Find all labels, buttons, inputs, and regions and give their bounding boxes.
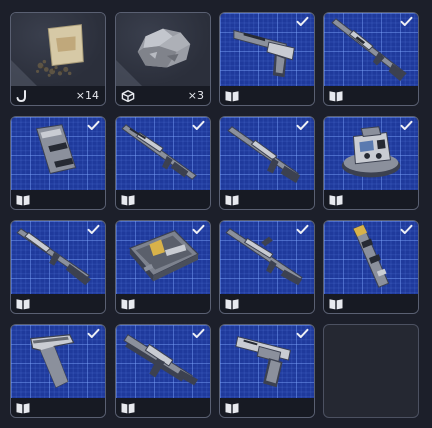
open-book-icon: [329, 90, 343, 102]
open-book-icon: [121, 298, 135, 310]
empty-inventory-slot[interactable]: [323, 324, 419, 418]
sand-bag-image: [11, 13, 105, 86]
inventory-slot-turret-device[interactable]: [323, 116, 419, 210]
inventory-slot-heavy-pistol[interactable]: [219, 12, 315, 106]
slot-footer: [11, 398, 105, 417]
checkmark-icon: [192, 120, 205, 131]
inventory-slot-ore-chunk[interactable]: ×3: [115, 12, 211, 106]
checkmark-icon: [296, 224, 309, 235]
inventory-slot-rifle-stock[interactable]: [10, 324, 106, 418]
slot-footer: [324, 190, 418, 209]
checkmark-icon: [400, 120, 413, 131]
checkmark-icon: [87, 120, 100, 131]
open-book-icon: [16, 194, 30, 206]
inventory-slot-marksman-rifle[interactable]: [323, 12, 419, 106]
slot-footer: [116, 190, 210, 209]
checkmark-icon: [400, 16, 413, 27]
open-book-icon: [329, 298, 343, 310]
open-book-icon: [16, 298, 30, 310]
slot-footer: [11, 294, 105, 313]
inventory-slot-assault-rifle[interactable]: [115, 324, 211, 418]
open-book-icon: [225, 298, 239, 310]
checkmark-icon: [87, 328, 100, 339]
slot-footer: [324, 86, 418, 105]
slot-footer: [220, 398, 314, 417]
open-book-icon: [225, 402, 239, 414]
inventory-slot-long-rifle[interactable]: [10, 220, 106, 314]
slot-footer: ×3: [116, 86, 210, 105]
cube-icon: [121, 90, 135, 102]
checkmark-icon: [296, 328, 309, 339]
inventory-slot-shotgun[interactable]: [115, 116, 211, 210]
open-book-icon: [16, 402, 30, 414]
ore-chunk-image: [116, 13, 210, 86]
checkmark-icon: [192, 224, 205, 235]
slot-footer: [116, 294, 210, 313]
open-book-icon: [121, 402, 135, 414]
open-book-icon: [225, 194, 239, 206]
hook-icon: [16, 90, 30, 102]
inventory-slot-carbine[interactable]: [219, 116, 315, 210]
item-quantity: ×3: [187, 89, 204, 102]
inventory-slot-suppressor[interactable]: [10, 116, 106, 210]
slot-footer: [220, 86, 314, 105]
item-quantity: ×14: [75, 89, 99, 102]
inventory-slot-sniper-rifle[interactable]: [219, 220, 315, 314]
checkmark-icon: [192, 328, 205, 339]
inventory-slot-tool-case[interactable]: [115, 220, 211, 314]
open-book-icon: [329, 194, 343, 206]
checkmark-icon: [296, 120, 309, 131]
slot-footer: [324, 294, 418, 313]
checkmark-icon: [296, 16, 309, 27]
open-book-icon: [225, 90, 239, 102]
inventory-grid: ×14 ×3: [0, 0, 432, 428]
slot-footer: ×14: [11, 86, 105, 105]
inventory-slot-sand-bag[interactable]: ×14: [10, 12, 106, 106]
slot-footer: [116, 398, 210, 417]
inventory-slot-barrel-part[interactable]: [323, 220, 419, 314]
slot-footer: [220, 190, 314, 209]
slot-footer: [11, 190, 105, 209]
checkmark-icon: [400, 224, 413, 235]
open-book-icon: [121, 194, 135, 206]
inventory-slot-revolver-pistol[interactable]: [219, 324, 315, 418]
checkmark-icon: [87, 224, 100, 235]
slot-footer: [220, 294, 314, 313]
